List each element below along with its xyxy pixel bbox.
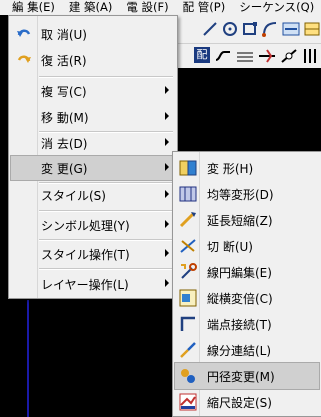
pipe-route-icon[interactable] <box>214 48 232 64</box>
toolbar-draw <box>170 15 321 43</box>
menu-item-symbol-processing[interactable]: シンボル処理(Y) <box>11 213 175 237</box>
submenu-item-scale-xy[interactable]: 縦横変倍(C) <box>175 285 319 311</box>
menu-electrical[interactable]: 電 設(F) <box>112 0 168 15</box>
pipe-symbol-icon[interactable] <box>302 48 318 64</box>
circle-tool-icon[interactable] <box>222 21 238 37</box>
redo-icon <box>17 55 31 63</box>
submenu-item-line-circle-edit[interactable]: 線円編集(E) <box>175 259 319 285</box>
submenu-item-scale-setting[interactable]: 縮尺設定(S) <box>175 389 319 415</box>
menu-separator <box>39 210 173 212</box>
cut-icon <box>180 239 196 253</box>
menu-separator <box>39 239 173 241</box>
menu-item-label: 変 更(G) <box>41 161 88 176</box>
canvas-drawing-line <box>27 300 29 417</box>
menu-item-label: 線分連結(L) <box>207 343 272 358</box>
scale-xy-icon <box>179 289 197 307</box>
menu-item-label: 消 去(D) <box>41 136 88 151</box>
pipe-valve-icon[interactable] <box>280 48 298 64</box>
menu-item-label: 線円編集(E) <box>207 265 272 280</box>
segment-join-icon <box>180 342 196 358</box>
change-submenu: 変 形(H) 均等変形(D) 延長短縮(Z) 切 断(U) 線円編集(E) 縦横… <box>172 151 321 417</box>
submenu-arrow-icon <box>165 163 169 171</box>
submenu-arrow-icon <box>165 220 169 228</box>
submenu-item-circle-diameter[interactable]: 円径変更(M) <box>174 362 320 390</box>
menu-sequence[interactable]: シーケンス(Q) <box>225 0 314 15</box>
menu-item-label: スタイル(S) <box>41 188 106 203</box>
menu-separator <box>39 268 173 270</box>
menu-item-label: 均等変形(D) <box>207 187 274 202</box>
menu-item-label: 取 消(U) <box>41 27 87 42</box>
undo-icon <box>17 29 31 37</box>
hatch-tool-icon[interactable] <box>304 21 320 37</box>
line-circle-edit-icon <box>181 263 197 279</box>
submenu-item-transform[interactable]: 変 形(H) <box>175 155 319 181</box>
transform-icon <box>179 160 197 176</box>
menu-item-copy[interactable]: 複 写(C) <box>11 79 175 103</box>
menu-item-label: 円径変更(M) <box>207 369 275 384</box>
extend-shorten-icon <box>179 212 196 228</box>
submenu-item-extend-shorten[interactable]: 延長短縮(Z) <box>175 207 319 233</box>
uniform-transform-icon <box>179 186 197 202</box>
submenu-item-endpoint-connect[interactable]: 端点接続(T) <box>175 311 319 337</box>
menu-edit[interactable]: 編 集(E) <box>0 0 55 15</box>
rectangle-tool-icon[interactable] <box>242 21 258 37</box>
toolbar-piping: 配 <box>170 43 321 68</box>
menu-item-style[interactable]: スタイル(S) <box>11 183 175 207</box>
menu-item-delete[interactable]: 消 去(D) <box>11 131 175 155</box>
submenu-arrow-icon <box>165 249 169 257</box>
arc-tool-icon[interactable] <box>262 21 278 37</box>
menu-item-label: 端点接続(T) <box>207 317 272 332</box>
submenu-arrow-icon <box>165 112 169 120</box>
submenu-arrow-icon <box>165 190 169 198</box>
pipe-fitting-icon[interactable] <box>258 48 276 64</box>
menu-item-label: 縮尺設定(S) <box>207 395 272 410</box>
menu-bar: 編 集(E) 建 築(A) 電 設(F) 配 管(P) シーケンス(Q) <box>0 0 321 15</box>
piping-badge[interactable]: 配 <box>194 47 210 63</box>
menu-item-label: シンボル処理(Y) <box>41 218 130 233</box>
line-tool-icon[interactable] <box>202 21 218 37</box>
menu-item-redo[interactable]: 復 活(R) <box>11 48 175 72</box>
submenu-arrow-icon <box>165 279 169 287</box>
menu-item-change[interactable]: 変 更(G) <box>10 155 176 181</box>
edit-dropdown-menu: 取 消(U) 復 活(R) 複 写(C) 移 動(M) 消 去(D) 変 更(G… <box>8 15 178 299</box>
menu-piping[interactable]: 配 管(P) <box>169 0 226 15</box>
menu-item-label: 移 動(M) <box>41 110 89 125</box>
menu-separator <box>39 76 173 78</box>
menu-item-label: スタイル操作(T) <box>41 247 130 262</box>
menu-item-label: レイヤー操作(L) <box>41 277 129 292</box>
menu-item-undo[interactable]: 取 消(U) <box>11 22 175 46</box>
menu-item-style-operations[interactable]: スタイル操作(T) <box>11 242 175 266</box>
scale-setting-icon <box>179 393 197 411</box>
menu-item-layer-operations[interactable]: レイヤー操作(L) <box>11 272 175 296</box>
menu-item-label: 延長短縮(Z) <box>207 213 273 228</box>
endpoint-connect-icon <box>180 316 195 331</box>
menu-item-label: 切 断(U) <box>207 239 253 254</box>
submenu-item-uniform-transform[interactable]: 均等変形(D) <box>175 181 319 207</box>
submenu-item-cut[interactable]: 切 断(U) <box>175 233 319 259</box>
menu-item-label: 複 写(C) <box>41 84 87 99</box>
submenu-arrow-icon <box>165 86 169 94</box>
submenu-arrow-icon <box>165 138 169 146</box>
menu-item-label: 縦横変倍(C) <box>207 291 273 306</box>
menu-item-label: 変 形(H) <box>207 161 254 176</box>
menu-item-move[interactable]: 移 動(M) <box>11 105 175 129</box>
menu-architecture[interactable]: 建 築(A) <box>55 0 113 15</box>
pipe-parallel-icon[interactable] <box>236 48 254 64</box>
dimension-tool-icon[interactable] <box>282 21 300 37</box>
submenu-item-segment-join[interactable]: 線分連結(L) <box>175 337 319 363</box>
menu-item-label: 復 活(R) <box>41 53 87 68</box>
circle-diameter-icon <box>181 369 195 383</box>
